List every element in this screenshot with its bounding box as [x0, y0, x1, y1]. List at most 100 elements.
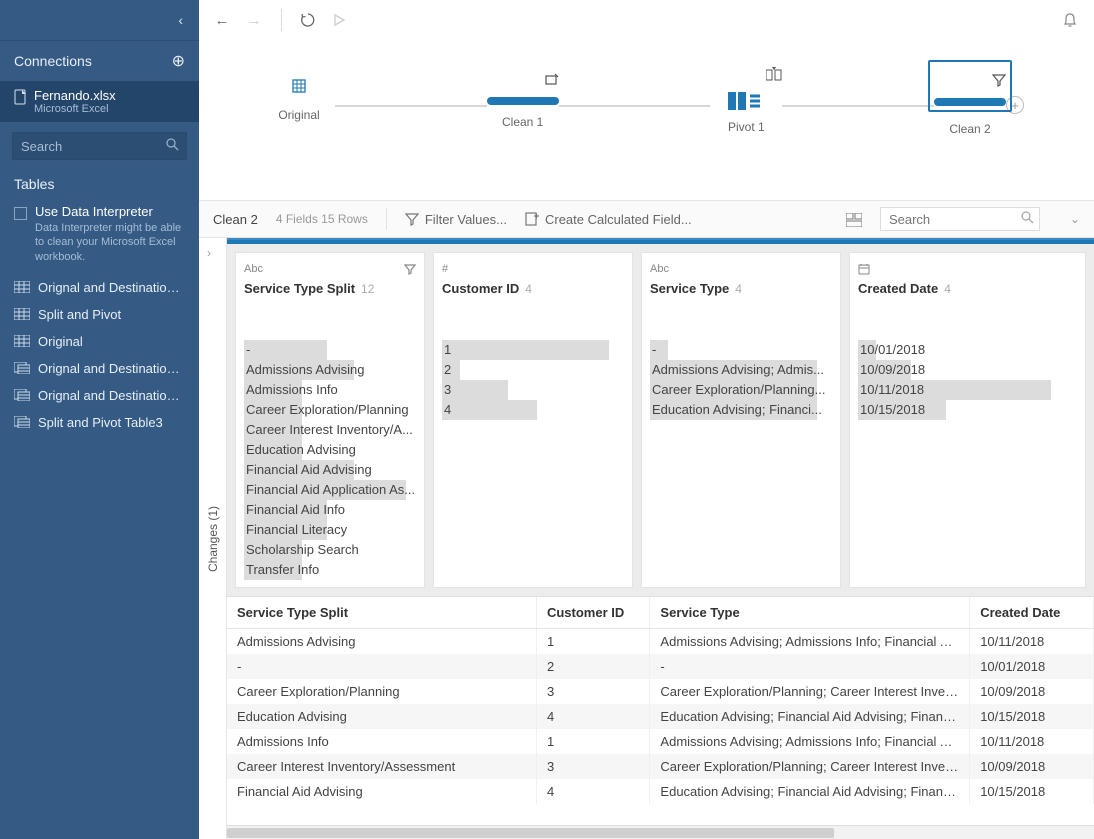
table-cell: 1	[536, 629, 649, 655]
table-row[interactable]: Career Interest Inventory/Assessment3Car…	[227, 754, 1094, 779]
search-icon	[1021, 211, 1034, 224]
profile-value[interactable]: 10/11/2018	[858, 380, 1077, 400]
field-type-icon: Abc	[244, 263, 263, 275]
notifications-button[interactable]	[1062, 12, 1080, 28]
table-row[interactable]: Education Advising4Education Advising; F…	[227, 704, 1094, 729]
profile-value[interactable]: Financial Aid Application As...	[244, 480, 416, 500]
table-row[interactable]: Career Exploration/Planning3Career Explo…	[227, 679, 1094, 704]
sidebar-search-input[interactable]	[12, 132, 187, 160]
refresh-button[interactable]	[300, 12, 318, 28]
table-row[interactable]: -2-10/01/2018	[227, 654, 1094, 679]
profile-value[interactable]: Scholarship Search	[244, 540, 416, 560]
step-name[interactable]: Clean 2	[213, 212, 258, 227]
horizontal-scrollbar[interactable]	[227, 825, 1094, 839]
field-name[interactable]: Service Type4	[650, 281, 832, 296]
layout-toggle-button[interactable]	[846, 213, 862, 227]
profile-value[interactable]: Career Interest Inventory/A...	[244, 420, 416, 440]
profile-value[interactable]: Financial Literacy	[244, 520, 416, 540]
calc-icon	[525, 212, 539, 226]
table-item[interactable]: Split and Pivot	[0, 301, 199, 328]
changes-pane-collapsed[interactable]: › Changes (1)	[199, 238, 227, 839]
profile-value[interactable]: 3	[442, 380, 624, 400]
field-name[interactable]: Customer ID4	[442, 281, 624, 296]
profile-value[interactable]: Career Exploration/Planning	[244, 400, 416, 420]
profile-value[interactable]: 10/15/2018	[858, 400, 1077, 420]
profile-value[interactable]: Admissions Advising	[244, 360, 416, 380]
column-header[interactable]: Customer ID	[536, 597, 649, 629]
table-cell: 10/09/2018	[970, 754, 1094, 779]
profile-card[interactable]: Abc Service Type Split12 -Admissions Advis…	[235, 252, 425, 588]
run-button[interactable]	[332, 13, 350, 27]
sidebar-collapse[interactable]: ‹	[0, 0, 199, 40]
add-connection-button[interactable]: ⊕	[172, 51, 185, 71]
profile-value[interactable]: Admissions Advising; Admis...	[650, 360, 832, 380]
table-icon	[14, 389, 30, 401]
profile-value[interactable]: Education Advising; Financi...	[650, 400, 832, 420]
profile-value[interactable]: 1	[442, 340, 624, 360]
create-calc-field-button[interactable]: Create Calculated Field...	[525, 212, 692, 227]
table-item[interactable]: Orignal and Destination ...	[0, 355, 199, 382]
pivot-config-icon	[766, 67, 782, 81]
table-item[interactable]: Original	[0, 328, 199, 355]
flow-node-pivot-1[interactable]: Pivot 1	[716, 62, 776, 134]
table-cell: Career Exploration/Planning; Career Inte…	[650, 754, 970, 779]
table-cell: Financial Aid Advising	[227, 779, 536, 804]
filter-icon	[992, 73, 1006, 87]
table-cell: 10/15/2018	[970, 779, 1094, 804]
column-header[interactable]: Service Type Split	[227, 597, 536, 629]
forward-button[interactable]: →	[245, 12, 263, 29]
table-cell: Admissions Advising; Admissions Info; Fi…	[650, 629, 970, 655]
table-row[interactable]: Financial Aid Advising4Education Advisin…	[227, 779, 1094, 804]
back-button[interactable]: ←	[213, 12, 231, 29]
table-cell: -	[650, 654, 970, 679]
connection-item[interactable]: Fernando.xlsx Microsoft Excel	[0, 81, 199, 122]
profile-value[interactable]: Education Advising	[244, 440, 416, 460]
field-name[interactable]: Created Date4	[858, 281, 1077, 296]
profile-value[interactable]: -	[650, 340, 832, 360]
table-item[interactable]: Orignal and Destination ...	[0, 274, 199, 301]
table-cell: Career Exploration/Planning	[227, 679, 536, 704]
table-item[interactable]: Orignal and Destination ...	[0, 382, 199, 409]
checkbox-icon[interactable]	[14, 207, 27, 220]
profile-value[interactable]: Career Exploration/Planning...	[650, 380, 832, 400]
table-cell: 10/11/2018	[970, 629, 1094, 655]
profile-value[interactable]: Admissions Info	[244, 380, 416, 400]
flow-node-original[interactable]: Original	[269, 74, 329, 122]
flow-node-clean-1[interactable]: Clean 1	[493, 67, 553, 129]
top-toolbar: ← →	[199, 0, 1094, 40]
table-cell: Career Interest Inventory/Assessment	[227, 754, 536, 779]
profile-value[interactable]: 4	[442, 400, 624, 420]
table-icon	[14, 281, 30, 293]
filter-icon	[405, 212, 419, 226]
profile-value[interactable]: Financial Aid Info	[244, 500, 416, 520]
filter-values-button[interactable]: Filter Values...	[405, 212, 507, 227]
chevron-right-icon: ›	[207, 246, 211, 260]
flow-connector	[335, 105, 487, 107]
field-type-icon: Abc	[650, 263, 669, 275]
column-header[interactable]: Service Type	[650, 597, 970, 629]
profile-card[interactable]: #Customer ID41234	[433, 252, 633, 588]
column-header[interactable]: Created Date	[970, 597, 1094, 629]
profile-value[interactable]: 10/09/2018	[858, 360, 1077, 380]
profile-value[interactable]: -	[244, 340, 416, 360]
flow-canvas[interactable]: OriginalClean 1Pivot 1Clean 2+	[199, 40, 1094, 200]
flow-node-clean-2[interactable]: Clean 2	[940, 60, 1000, 136]
table-icon	[14, 362, 30, 374]
profile-value[interactable]: 2	[442, 360, 624, 380]
profile-card[interactable]: Abc Service Type4 -Admissions Advising; Ad…	[641, 252, 841, 588]
expand-toggle[interactable]: ⌄	[1070, 212, 1080, 226]
table-cell: 2	[536, 654, 649, 679]
field-name[interactable]: Service Type Split12	[244, 281, 416, 296]
profile-search-input[interactable]	[880, 207, 1040, 231]
profile-value[interactable]: Transfer Info	[244, 560, 416, 580]
table-item[interactable]: Split and Pivot Table3	[0, 409, 199, 436]
profile-value[interactable]: Financial Aid Advising	[244, 460, 416, 480]
profile-value[interactable]: 10/01/2018	[858, 340, 1077, 360]
table-row[interactable]: Admissions Advising1Admissions Advising;…	[227, 629, 1094, 655]
table-row[interactable]: Admissions Info1Admissions Advising; Adm…	[227, 729, 1094, 754]
profile-card[interactable]: Created Date4 10/01/201810/09/201810/11/2…	[849, 252, 1086, 588]
data-interpreter-option[interactable]: Use Data Interpreter Data Interpreter mi…	[0, 198, 199, 274]
table-cell: 10/15/2018	[970, 704, 1094, 729]
table-cell: Education Advising	[227, 704, 536, 729]
flow-connector	[782, 105, 934, 107]
